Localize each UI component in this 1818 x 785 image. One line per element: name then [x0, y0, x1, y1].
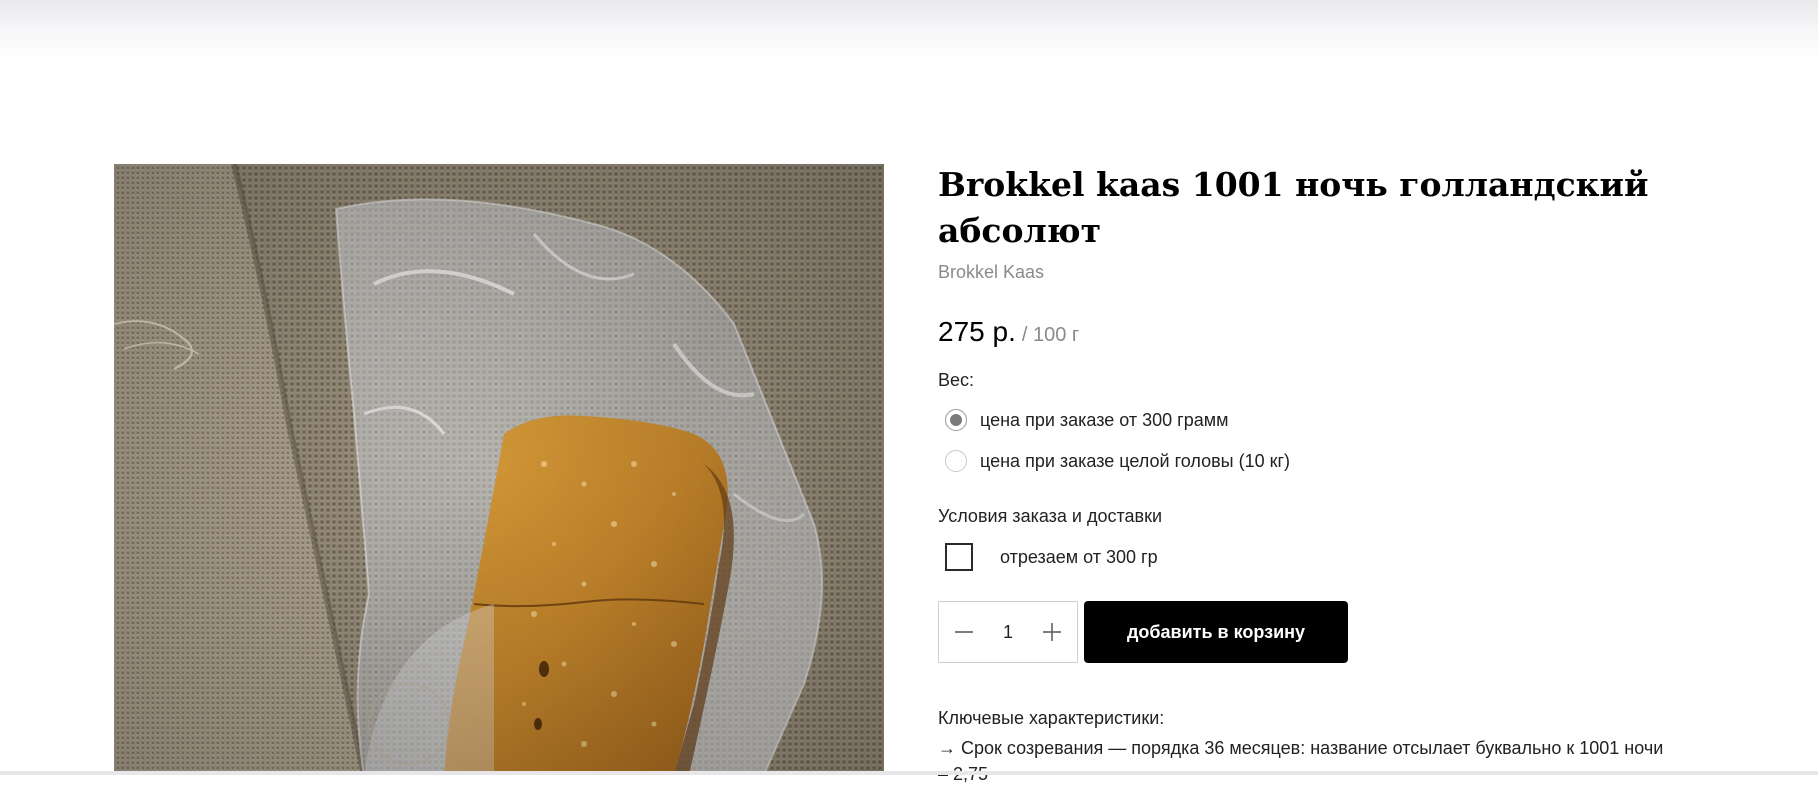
product-price: 275 р. [938, 316, 1016, 347]
weight-option-300g[interactable]: цена при заказе от 300 грамм [945, 407, 1229, 433]
weight-option-label[interactable]: цена при заказе целой головы (10 кг) [980, 451, 1290, 472]
cut-option-checkbox[interactable] [945, 543, 973, 571]
bottom-divider [0, 771, 1818, 775]
radio-button-selected[interactable] [945, 409, 967, 431]
quantity-input[interactable] [993, 621, 1023, 643]
product-image[interactable] [114, 164, 884, 775]
decrease-quantity-button[interactable] [951, 619, 977, 645]
increase-quantity-button[interactable] [1039, 619, 1065, 645]
price-unit: / 100 г [1021, 324, 1080, 346]
plus-icon [1043, 623, 1061, 641]
site-header [0, 0, 1818, 62]
cut-option-label[interactable]: отрезаем от 300 гр [1000, 547, 1158, 568]
price-row: 275 р./ 100 г [938, 316, 1079, 348]
feature-line: → Срок созревания — порядка 36 месяцев: … [938, 738, 1664, 758]
cut-option-checkbox-row[interactable]: отрезаем от 300 гр [945, 543, 1158, 571]
radio-button[interactable] [945, 450, 967, 472]
delivery-conditions-label: Условия заказа и доставки [938, 506, 1163, 526]
weight-option-whole-head[interactable]: цена при заказе целой головы (10 кг) [945, 448, 1290, 474]
add-to-cart-button[interactable]: добавить в корзину [1084, 601, 1348, 663]
weight-option-label[interactable]: цена при заказе от 300 грамм [980, 410, 1229, 431]
weight-label: Вес: [938, 370, 975, 390]
quantity-stepper [938, 601, 1078, 663]
key-features-label: Ключевые характеристики: [938, 708, 1165, 728]
minus-icon [955, 631, 973, 633]
product-brand[interactable]: Brokkel Kaas [938, 262, 1044, 283]
product-title: Brokkel kaas 1001 ночь голландский абсол… [938, 165, 1649, 250]
